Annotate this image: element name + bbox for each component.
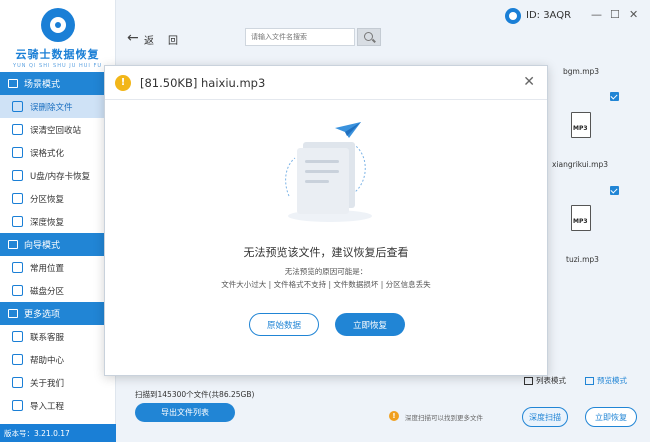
sidebar-item-import[interactable]: 导入工程 [0, 394, 115, 417]
disk-icon [12, 285, 23, 296]
no-preview-message: 无法预览该文件，建议恢复后查看 [243, 246, 409, 259]
import-icon [12, 400, 23, 411]
sidebar-item-label: 联系客服 [30, 332, 65, 343]
reason-list: 文件大小过大 | 文件格式不支持 | 文件数据损坏 | 分区信息丢失 [221, 280, 431, 289]
deep-recover-icon [12, 216, 23, 227]
back-button[interactable]: 返 [144, 32, 154, 47]
section-more-options[interactable]: 更多选项 [0, 302, 115, 325]
sidebar-item-label: 常用位置 [30, 263, 65, 274]
list-icon [524, 376, 533, 385]
file-checkbox[interactable] [610, 92, 619, 101]
sidebar-item-label: 误格式化 [30, 148, 65, 159]
deep-scan-tip: 深度扫描可以找到更多文件 [405, 414, 483, 422]
deep-scan-button[interactable]: 深度扫描 [522, 407, 568, 427]
preview-dialog: ! [81.50KB] haixiu.mp3 ✕ 无法预览该文件，建议恢复后查看… [104, 65, 548, 376]
file-name[interactable]: tuzi.mp3 [566, 255, 599, 264]
usb-icon [12, 170, 23, 181]
no-preview-illustration [285, 122, 372, 222]
user-id: ID: 3AQR [526, 10, 572, 21]
sidebar-item-label: 误删除文件 [30, 102, 73, 113]
toolbar: ← 返 回 ID: 3AQR — ☐ ✕ [117, 0, 650, 68]
info-icon [12, 377, 23, 388]
export-list-button[interactable]: 导出文件列表 [135, 403, 235, 422]
file-name[interactable]: xiangrikui.mp3 [552, 160, 608, 169]
section-title: 场景模式 [24, 80, 61, 90]
version-label: 版本号：3.21.0.17 [0, 424, 116, 442]
app-logo-icon [40, 8, 75, 42]
mp3-file-icon[interactable]: MP3 [571, 205, 591, 231]
sidebar-item-usb[interactable]: U盘/内存卡恢复 [0, 164, 115, 187]
sidebar-item-label: 误清空回收站 [30, 125, 82, 136]
monitor-icon [12, 262, 23, 273]
dialog-title: [81.50KB] haixiu.mp3 [140, 75, 266, 90]
sidebar-item-deleted-files[interactable]: 误删除文件 [0, 95, 115, 118]
sidebar-item-deep[interactable]: 深度恢复 [0, 210, 115, 233]
file-checkbox[interactable] [610, 186, 619, 195]
headset-icon [12, 331, 23, 342]
tip-icon: ! [389, 411, 399, 421]
sidebar: 云骑士数据恢复 YUN QI SHI SHU JU HUI FU 场景模式 误删… [0, 0, 116, 442]
grid-view-label: 预览模式 [597, 376, 627, 385]
sidebar-item-label: 帮助中心 [30, 355, 65, 366]
sidebar-item-label: U盘/内存卡恢复 [30, 171, 91, 182]
file-icon [12, 101, 23, 112]
scan-info: 扫描到145300个文件(共86.25GB) [135, 390, 255, 399]
grid-icon [585, 376, 594, 385]
sidebar-item-about[interactable]: 关于我们 [0, 371, 115, 394]
mp3-file-icon[interactable]: MP3 [571, 112, 591, 138]
reason-title: 无法预览的原因可能是： [284, 267, 368, 276]
sidebar-item-disk-partition[interactable]: 磁盘分区 [0, 279, 115, 302]
logo-title: 云骑士数据恢复 [15, 48, 100, 61]
user-icon[interactable] [505, 8, 521, 24]
help-icon [12, 354, 23, 365]
search-input[interactable] [245, 28, 355, 46]
minimize-button[interactable]: — [591, 8, 602, 21]
logo: 云骑士数据恢复 YUN QI SHI SHU JU HUI FU [0, 0, 115, 72]
list-view-label: 列表模式 [536, 376, 566, 385]
sidebar-item-common-locations[interactable]: 常用位置 [0, 256, 115, 279]
format-icon [12, 147, 23, 158]
recover-now-button[interactable]: 立即恢复 [585, 407, 637, 427]
close-window-button[interactable]: ✕ [629, 8, 638, 21]
sidebar-item-recycle-bin[interactable]: 误清空回收站 [0, 118, 115, 141]
search-button[interactable] [357, 28, 381, 46]
sidebar-item-contact[interactable]: 联系客服 [0, 325, 115, 348]
sidebar-item-help[interactable]: 帮助中心 [0, 348, 115, 371]
file-type-label: MP3 [573, 218, 588, 225]
sidebar-item-label: 磁盘分区 [30, 286, 65, 297]
close-icon[interactable]: ✕ [523, 74, 535, 90]
sidebar-item-label: 导入工程 [30, 401, 65, 412]
menu-icon [8, 309, 18, 318]
scene-mode-icon [8, 79, 18, 88]
sidebar-item-label: 深度恢复 [30, 217, 65, 228]
raw-data-button[interactable]: 原始数据 [249, 313, 319, 336]
sidebar-item-partition[interactable]: 分区恢复 [0, 187, 115, 210]
home-button[interactable]: 回 [168, 32, 178, 47]
partition-icon [12, 193, 23, 204]
file-name[interactable]: bgm.mp3 [563, 67, 599, 76]
recycle-bin-icon [12, 124, 23, 135]
maximize-button[interactable]: ☐ [610, 8, 620, 21]
logo-subtitle: YUN QI SHI SHU JU HUI FU [13, 63, 102, 69]
wizard-icon [8, 240, 18, 249]
dialog-header: ! [81.50KB] haixiu.mp3 ✕ [105, 66, 547, 100]
warning-icon: ! [115, 74, 131, 91]
list-view-toggle[interactable]: 列表模式 [524, 375, 566, 386]
sidebar-item-format[interactable]: 误格式化 [0, 141, 115, 164]
sidebar-item-label: 关于我们 [30, 378, 65, 389]
section-wizard-mode[interactable]: 向导模式 [0, 233, 115, 256]
section-title: 更多选项 [24, 310, 61, 320]
section-title: 向导模式 [24, 241, 61, 251]
file-type-label: MP3 [573, 125, 588, 132]
grid-view-toggle[interactable]: 预览模式 [585, 375, 627, 386]
back-arrow-icon[interactable]: ← [127, 30, 139, 46]
dialog-recover-button[interactable]: 立即恢复 [335, 313, 405, 336]
section-scene-mode[interactable]: 场景模式 [0, 72, 115, 95]
sidebar-item-label: 分区恢复 [30, 194, 65, 205]
